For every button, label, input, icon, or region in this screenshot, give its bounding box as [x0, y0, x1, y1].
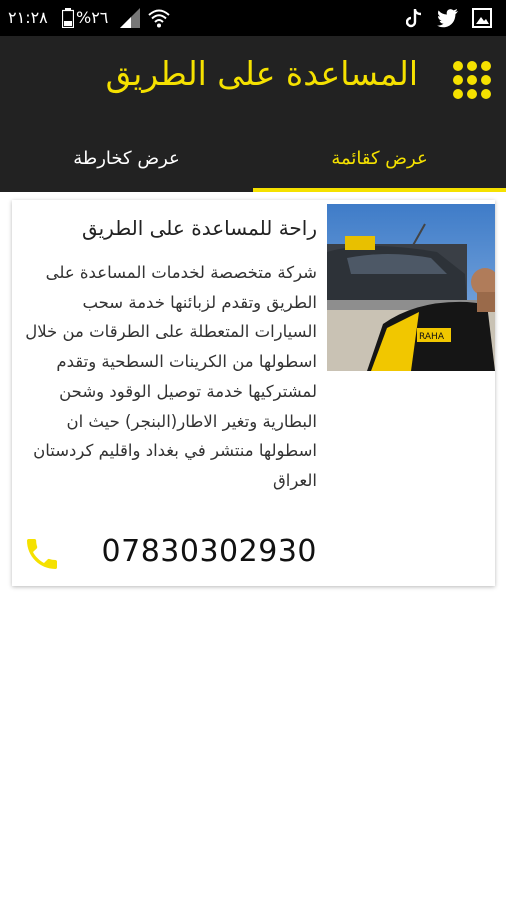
- tiktok-icon: [405, 8, 424, 32]
- tab-map-view[interactable]: عرض كخارطة: [0, 124, 253, 192]
- battery-icon: [61, 8, 75, 32]
- status-time: ٢١:٢٨: [8, 8, 48, 27]
- phone-number[interactable]: 07830302930: [102, 534, 317, 569]
- tab-list-view[interactable]: عرض كقائمة: [253, 124, 506, 192]
- grid-icon[interactable]: [452, 60, 492, 104]
- app-title: المساعدة على الطريق: [105, 54, 418, 93]
- service-title: راحة للمساعدة على الطريق: [81, 216, 317, 240]
- tow-truck-photo: RAHA: [327, 204, 495, 371]
- battery-percent: %٢٦: [76, 8, 109, 27]
- status-bar: ٢١:٢٨ %٢٦: [0, 0, 506, 36]
- twitter-icon: [437, 8, 459, 32]
- tab-bar: عرض كقائمة عرض كخارطة: [0, 124, 506, 192]
- phone-icon[interactable]: [22, 534, 62, 578]
- service-description: شركة متخصصة لخدمات المساعدة على الطريق و…: [25, 263, 317, 490]
- svg-text:RAHA: RAHA: [419, 332, 445, 342]
- signal-icon: [120, 8, 142, 32]
- gallery-icon: [472, 8, 492, 32]
- tab-indicator: [253, 188, 506, 192]
- wifi-icon: [148, 8, 170, 32]
- app-bar: المساعدة على الطريق: [0, 36, 506, 124]
- service-card[interactable]: RAHA راحة للمساعدة على الطريق شركة متخصص…: [12, 200, 495, 586]
